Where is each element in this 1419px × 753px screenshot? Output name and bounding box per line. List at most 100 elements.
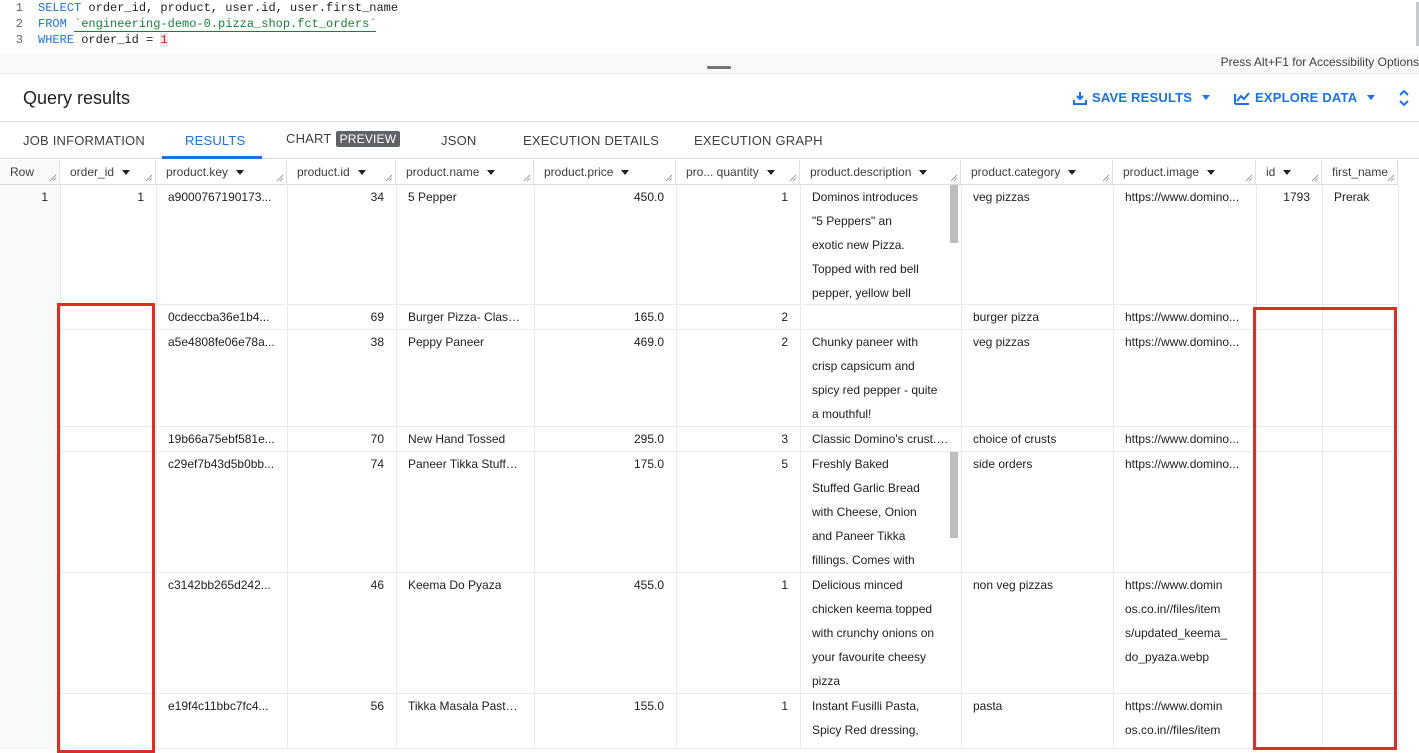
code-line[interactable]: 3 WHERE order_id = 1 — [0, 32, 168, 48]
product-id-cell: 34 — [370, 190, 384, 204]
product-quantity-cell: 3 — [781, 432, 788, 446]
column-header[interactable]: id — [1256, 160, 1322, 185]
cell-line: https://www.domin — [1125, 699, 1223, 713]
cell-line: https://www.domino... — [1125, 335, 1240, 349]
cell-line: Topped with red bell — [812, 262, 919, 276]
column-header-label: product.name — [406, 165, 480, 179]
product-key-cell: 0cdeccba36e1b4... — [168, 310, 270, 324]
column-header[interactable]: first_name — [1322, 160, 1398, 185]
cell-line: https://www.domino... — [1125, 190, 1240, 204]
expand-collapse-button[interactable] — [1397, 88, 1411, 113]
sort-dropdown-icon[interactable] — [766, 170, 775, 176]
cell-scrollbar[interactable] — [950, 452, 958, 538]
product-price-cell: 455.0 — [633, 578, 664, 592]
column-header[interactable]: product.image — [1113, 160, 1256, 185]
cell-line: s/updated_keema_ — [1125, 626, 1228, 640]
cell-line: https://www.domino... — [1125, 310, 1240, 324]
sort-dropdown-icon[interactable] — [236, 170, 245, 176]
column-header[interactable]: product.name — [396, 160, 534, 185]
column-header-label: Row — [10, 165, 35, 179]
sort-dropdown-icon[interactable] — [1283, 170, 1292, 176]
sort-dropdown-icon[interactable] — [1207, 170, 1216, 176]
column-header[interactable]: product.price — [534, 160, 676, 185]
tab-results[interactable]: RESULTS — [185, 133, 245, 148]
save-results-button[interactable]: SAVE RESULTS — [1073, 90, 1211, 105]
column-header[interactable]: product.category — [961, 160, 1113, 185]
sort-dropdown-icon[interactable] — [357, 170, 366, 176]
product-image-cell: https://www.domino... — [1113, 427, 1256, 451]
column-header-label: product.id — [297, 165, 350, 179]
product-category-cell: veg pizzas — [973, 190, 1030, 204]
column-header[interactable]: product.key — [156, 160, 287, 185]
product-name-cell: Peppy Paneer — [408, 335, 485, 349]
column-resize-icon[interactable] — [1245, 174, 1253, 182]
code-line[interactable]: 2 FROM `engineering-demo-0.pizza_shop.fct… — [0, 16, 377, 32]
product-description-cell: Chunky paneer with crisp capsicum and spic… — [800, 330, 961, 426]
product-description-cell: Delicious minced chicken keema topped with… — [800, 573, 961, 693]
preview-badge: PREVIEW — [335, 131, 401, 147]
chevron-down-icon — [1202, 95, 1211, 100]
column-header-label: product.image — [1123, 165, 1200, 179]
product-category-cell: choice of crusts — [973, 432, 1057, 446]
column-header[interactable]: product.id — [287, 160, 396, 185]
sort-dropdown-icon[interactable] — [1068, 170, 1077, 176]
user-id-cell: 1793 — [1283, 190, 1310, 204]
product-quantity-cell: 2 — [781, 335, 788, 349]
cell-line: Spicy Red dressing, — [812, 723, 919, 737]
explore-data-button[interactable]: EXPLORE DATA — [1234, 90, 1376, 105]
sort-dropdown-icon[interactable] — [122, 170, 131, 176]
product-id-cell: 38 — [370, 335, 384, 349]
tab-json[interactable]: JSON — [441, 133, 476, 148]
column-resize-icon[interactable] — [523, 174, 531, 182]
line-number: 1 — [15, 1, 23, 15]
column-resize-icon[interactable] — [950, 174, 958, 182]
column-resize-icon[interactable] — [385, 174, 393, 182]
tab-execution-details[interactable]: EXECUTION DETAILS — [523, 133, 659, 148]
cell-line: Classic Domino's crust. ... — [812, 432, 949, 446]
code-token: FROM — [38, 17, 67, 31]
cell-line: os.co.in//files/item — [1125, 602, 1221, 616]
cell-line: pepper, yellow bell — [812, 286, 911, 300]
tab-execution-graph[interactable]: EXECUTION GRAPH — [694, 133, 823, 148]
download-icon — [1073, 91, 1087, 105]
product-key-cell: e19f4c11bbc7fc4... — [168, 699, 269, 713]
product-name-cell: 5 Pepper — [408, 190, 457, 204]
code-token: WHERE — [38, 33, 75, 47]
pane-splitter[interactable]: Press Alt+F1 for Accessibility Options — [0, 53, 1419, 74]
code-line[interactable]: 1 SELECT order_id, product, user.id, user… — [0, 0, 398, 16]
tab-job-information[interactable]: JOB INFORMATION — [23, 133, 145, 148]
row-number-column — [0, 185, 60, 749]
drag-handle-icon[interactable] — [707, 66, 731, 69]
sort-dropdown-icon[interactable] — [919, 170, 928, 176]
column-divider — [1398, 185, 1399, 749]
column-resize-icon[interactable] — [145, 174, 153, 182]
column-resize-icon[interactable] — [276, 174, 284, 182]
sql-editor[interactable]: 1 SELECT order_id, product, user.id, user… — [0, 0, 1419, 53]
column-resize-icon[interactable] — [49, 174, 57, 182]
cell-line: exotic new Pizza. — [812, 238, 905, 252]
column-resize-icon[interactable] — [1102, 174, 1110, 182]
cell-line: Chunky paneer with — [812, 335, 919, 349]
sort-dropdown-icon[interactable] — [487, 170, 496, 176]
cell-line: Freshly Baked — [812, 457, 889, 471]
column-header[interactable]: product.description — [800, 160, 961, 185]
product-quantity-cell: 5 — [781, 457, 788, 471]
tab-chart[interactable]: CHART PREVIEW — [286, 131, 401, 147]
cell-scrollbar[interactable] — [950, 185, 958, 243]
column-header[interactable]: order_id — [60, 160, 156, 185]
column-header[interactable]: Row — [0, 160, 60, 185]
column-resize-icon[interactable] — [789, 174, 797, 182]
cell-line: os.co.in//files/item — [1125, 723, 1221, 737]
cell-line: your favourite cheesy — [812, 650, 927, 664]
cell-line: with crunchy onions on — [812, 626, 935, 640]
cell-line: Delicious minced — [812, 578, 903, 592]
column-resize-icon[interactable] — [665, 174, 673, 182]
column-resize-icon[interactable] — [1311, 174, 1319, 182]
code-token: order_id = — [74, 33, 161, 47]
column-header[interactable]: pro... quantity — [676, 160, 800, 185]
product-image-cell: https://www.domin os.co.in//files/item — [1113, 694, 1256, 742]
sort-dropdown-icon[interactable] — [621, 170, 630, 176]
column-header-label: first_name — [1332, 165, 1389, 179]
column-resize-icon[interactable] — [1387, 174, 1395, 182]
